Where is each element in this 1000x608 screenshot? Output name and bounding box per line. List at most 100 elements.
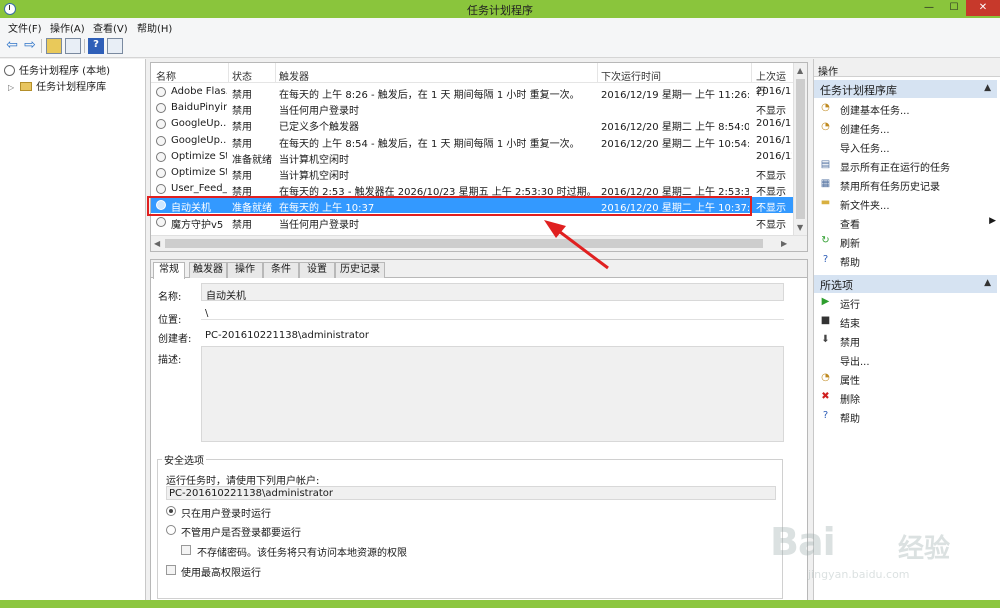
checkbox-highest-privileges[interactable] (166, 565, 176, 575)
cell-trigger: 当任何用户登录时 (279, 106, 359, 118)
tree-item-library[interactable]: ▷ 任务计划程序库 (8, 78, 106, 93)
name-field[interactable]: 自动关机 (201, 283, 784, 302)
task-list[interactable]: 名称 状态 触发器 下次运行时间 上次运行 Adobe Flas...禁用在每天… (150, 62, 808, 252)
action-item[interactable]: 导出... (818, 350, 998, 368)
close-button[interactable]: ✕ (966, 0, 1000, 16)
name-label: 名称: (158, 292, 182, 303)
horizontal-scrollbar[interactable]: ◀ ▶ (151, 235, 807, 251)
column-divider[interactable] (751, 63, 752, 83)
action-item[interactable]: 查看 ▶ (818, 213, 998, 231)
highlight-box (147, 196, 752, 216)
tree-item-root[interactable]: 任务计划程序 (本地) (4, 62, 110, 77)
scroll-right-icon[interactable]: ▶ (781, 239, 787, 248)
action-item[interactable]: ? 帮助 (818, 407, 998, 425)
action-pane-icon[interactable] (107, 38, 123, 54)
action-item[interactable]: ■ 结束 (818, 312, 998, 330)
action-label: 显示所有正在运行的任务 (840, 163, 950, 174)
tab-conditions[interactable]: 条件 (263, 262, 299, 278)
checkbox-no-password[interactable] (181, 545, 191, 555)
scroll-thumb[interactable] (165, 239, 763, 248)
baidu-watermark: Bai 经验 jingyan.baidu.com (770, 520, 990, 590)
column-name[interactable]: 名称 (156, 68, 176, 83)
action-label: 属性 (840, 376, 860, 387)
vertical-scrollbar[interactable]: ▲ ▼ (793, 63, 807, 235)
cell-last-run: 2016/11 (756, 118, 792, 130)
action-label: 新文件夹... (840, 201, 890, 212)
title-bar[interactable]: 任务计划程序 — ☐ ✕ (0, 0, 1000, 18)
table-row[interactable]: Optimize St... 准备就绪当计算机空闲时 2016/12 (151, 149, 793, 166)
tab-history[interactable]: 历史记录 (335, 262, 385, 278)
cell-next-run: 2016/12/20 星期二 上午 8:54:00 (601, 122, 749, 134)
maximize-button[interactable]: ☐ (942, 0, 966, 16)
menu-action[interactable]: 操作(A) (50, 20, 85, 35)
tab-actions[interactable]: 操作 (227, 262, 263, 278)
clock-icon (156, 168, 166, 178)
action-label: 禁用 (840, 338, 860, 349)
section-library[interactable]: 任务计划程序库 ▲ (814, 80, 997, 98)
radio-whether-logged-on[interactable] (166, 525, 176, 535)
section-selected-item[interactable]: 所选项 ▲ (814, 275, 997, 293)
forward-arrow-icon[interactable]: ⇨ (22, 38, 38, 54)
action-item[interactable]: ◔ 创建基本任务... (818, 99, 998, 117)
table-row[interactable]: GoogleUp... 禁用 在每天的 上午 8:54 - 触发后，在 1 天 期间… (151, 133, 793, 150)
help-icon[interactable]: ? (88, 38, 104, 54)
submenu-arrow-icon: ▶ (989, 216, 996, 226)
column-divider[interactable] (275, 63, 276, 83)
scroll-up-icon[interactable]: ▲ (797, 66, 803, 75)
cell-status: 禁用 (232, 122, 252, 134)
tab-triggers[interactable]: 触发器 (189, 262, 227, 278)
radio-only-when-logged-on[interactable] (166, 506, 176, 516)
menu-file[interactable]: 文件(F) (8, 20, 42, 35)
cell-status: 禁用 (232, 171, 252, 182)
actions-header: 操作 (814, 59, 1000, 78)
scroll-down-icon[interactable]: ▼ (797, 223, 803, 232)
menu-view[interactable]: 查看(V) (93, 20, 128, 35)
cell-status: 禁用 (232, 90, 252, 101)
show-hide-tree-icon[interactable] (65, 38, 81, 54)
section-selected-title: 所选项 (820, 279, 853, 292)
action-item[interactable]: ⬇ 禁用 (818, 331, 998, 349)
column-next-run[interactable]: 下次运行时间 (601, 68, 661, 83)
scroll-left-icon[interactable]: ◀ (154, 239, 160, 248)
toolbar-separator (41, 39, 42, 53)
action-icon: ✖ (821, 391, 830, 402)
folder-up-icon[interactable] (46, 38, 62, 54)
tree-root-label: 任务计划程序 (本地) (19, 66, 110, 77)
action-item[interactable]: ▦ 禁用所有任务历史记录 (818, 175, 998, 193)
action-label: 创建基本任务... (840, 106, 910, 117)
action-item[interactable]: ▬ 新文件夹... (818, 194, 998, 212)
menu-help[interactable]: 帮助(H) (137, 20, 172, 35)
table-row[interactable]: Optimize St... 禁用 当计算机空闲时 不显示 (151, 165, 793, 182)
tab-general[interactable]: 常规 (153, 262, 185, 279)
column-divider[interactable] (597, 63, 598, 83)
action-item[interactable]: ▤ 显示所有正在运行的任务 (818, 156, 998, 174)
action-item[interactable]: ? 帮助 (818, 251, 998, 269)
action-item[interactable]: ▶ 运行 (818, 293, 998, 311)
action-icon: ↻ (821, 235, 830, 246)
table-row[interactable]: BaiduPinyin... 禁用 当任何用户登录时 不显示 (151, 100, 793, 118)
column-status[interactable]: 状态 (232, 68, 252, 83)
description-field[interactable] (201, 346, 784, 442)
table-row[interactable]: User_Feed_...禁用在每天的 2:53 - 触发器在 2026/10/… (151, 181, 793, 198)
back-arrow-icon[interactable]: ⇦ (4, 38, 20, 54)
action-icon: ◔ (821, 102, 830, 113)
table-row[interactable]: Adobe Flas... 禁用 在每天的 上午 8:26 - 触发后，在 1 天 … (151, 84, 793, 101)
cell-last-run: 不显示 (756, 171, 786, 182)
window-title: 任务计划程序 (467, 4, 533, 17)
expand-arrow-icon[interactable]: ▷ (8, 83, 14, 92)
collapse-icon[interactable]: ▲ (984, 83, 991, 93)
cell-name: GoogleUp... (171, 118, 227, 130)
minimize-button[interactable]: — (916, 0, 942, 16)
action-item[interactable]: ◔ 创建任务... (818, 118, 998, 136)
cell-trigger: 在每天的 上午 8:54 - 触发后，在 1 天 期间每隔 1 小时 重复一次。 (279, 138, 580, 150)
scroll-thumb[interactable] (796, 79, 805, 219)
action-item[interactable]: ◔ 属性 (818, 369, 998, 387)
tab-settings[interactable]: 设置 (299, 262, 335, 278)
collapse-icon[interactable]: ▲ (984, 278, 991, 288)
action-item[interactable]: ↻ 刷新 (818, 232, 998, 250)
column-trigger[interactable]: 触发器 (279, 68, 309, 83)
table-row[interactable]: GoogleUp... 禁用 已定义多个触发器 2016/12/20 星期二 上午 8… (151, 116, 793, 134)
action-item[interactable]: ✖ 删除 (818, 388, 998, 406)
action-item[interactable]: 导入任务... (818, 137, 998, 155)
column-divider[interactable] (228, 63, 229, 83)
